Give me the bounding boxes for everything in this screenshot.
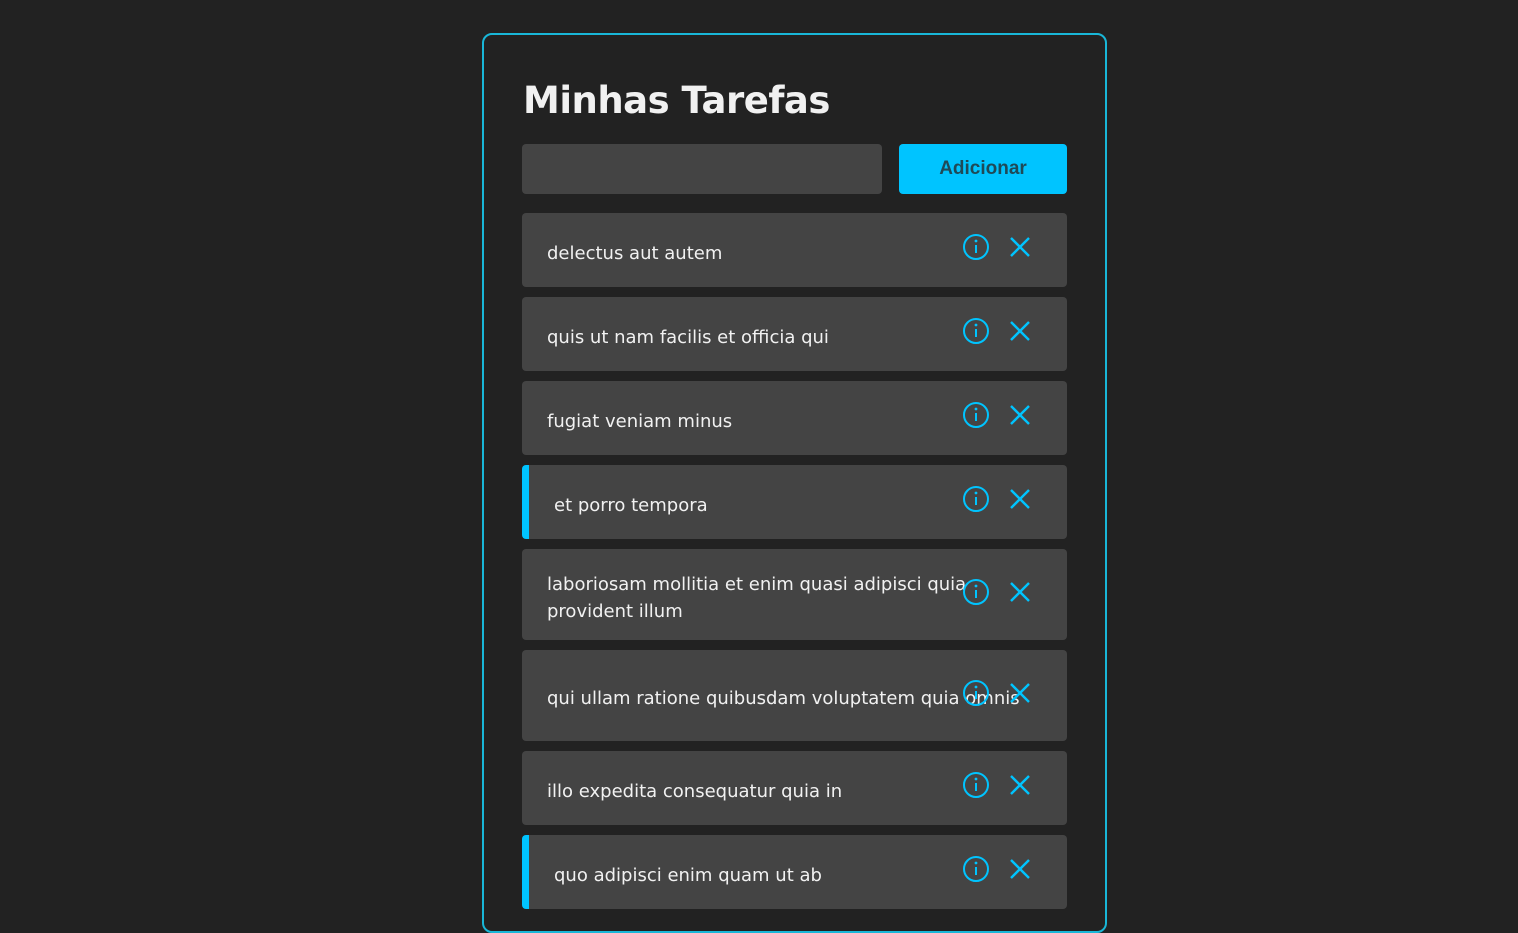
- task-item[interactable]: laboriosam mollitia et enim quasi adipis…: [522, 549, 1067, 640]
- page-title: Minhas Tarefas: [523, 79, 830, 122]
- task-actions: [961, 400, 1035, 430]
- task-actions: [961, 232, 1035, 262]
- info-icon[interactable]: [961, 577, 991, 607]
- task-item[interactable]: illo expedita consequatur quia in: [522, 751, 1067, 825]
- task-item[interactable]: qui ullam ratione quibusdam voluptatem q…: [522, 650, 1067, 741]
- close-icon[interactable]: [1005, 770, 1035, 800]
- task-actions: [961, 484, 1035, 514]
- info-icon[interactable]: [961, 316, 991, 346]
- close-icon[interactable]: [1005, 232, 1035, 262]
- info-icon[interactable]: [961, 678, 991, 708]
- info-icon[interactable]: [961, 400, 991, 430]
- task-actions: [961, 770, 1035, 800]
- add-task-button[interactable]: Adicionar: [899, 144, 1067, 194]
- task-list: delectus aut autem quis ut nam facilis e…: [522, 213, 1067, 919]
- task-actions: [961, 678, 1035, 708]
- close-icon[interactable]: [1005, 400, 1035, 430]
- task-item[interactable]: fugiat veniam minus: [522, 381, 1067, 455]
- close-icon[interactable]: [1005, 316, 1035, 346]
- info-icon[interactable]: [961, 770, 991, 800]
- info-icon[interactable]: [961, 484, 991, 514]
- info-icon[interactable]: [961, 854, 991, 884]
- task-item[interactable]: quis ut nam facilis et officia qui: [522, 297, 1067, 371]
- task-actions: [961, 316, 1035, 346]
- new-task-input[interactable]: [522, 144, 882, 194]
- task-actions: [961, 577, 1035, 607]
- close-icon[interactable]: [1005, 678, 1035, 708]
- close-icon[interactable]: [1005, 577, 1035, 607]
- info-icon[interactable]: [961, 232, 991, 262]
- todo-card: Minhas Tarefas Adicionar delectus aut au…: [482, 33, 1107, 933]
- task-item[interactable]: delectus aut autem: [522, 213, 1067, 287]
- task-actions: [961, 854, 1035, 884]
- close-icon[interactable]: [1005, 484, 1035, 514]
- task-item-completed[interactable]: et porro tempora: [522, 465, 1067, 539]
- close-icon[interactable]: [1005, 854, 1035, 884]
- task-item-completed[interactable]: quo adipisci enim quam ut ab: [522, 835, 1067, 909]
